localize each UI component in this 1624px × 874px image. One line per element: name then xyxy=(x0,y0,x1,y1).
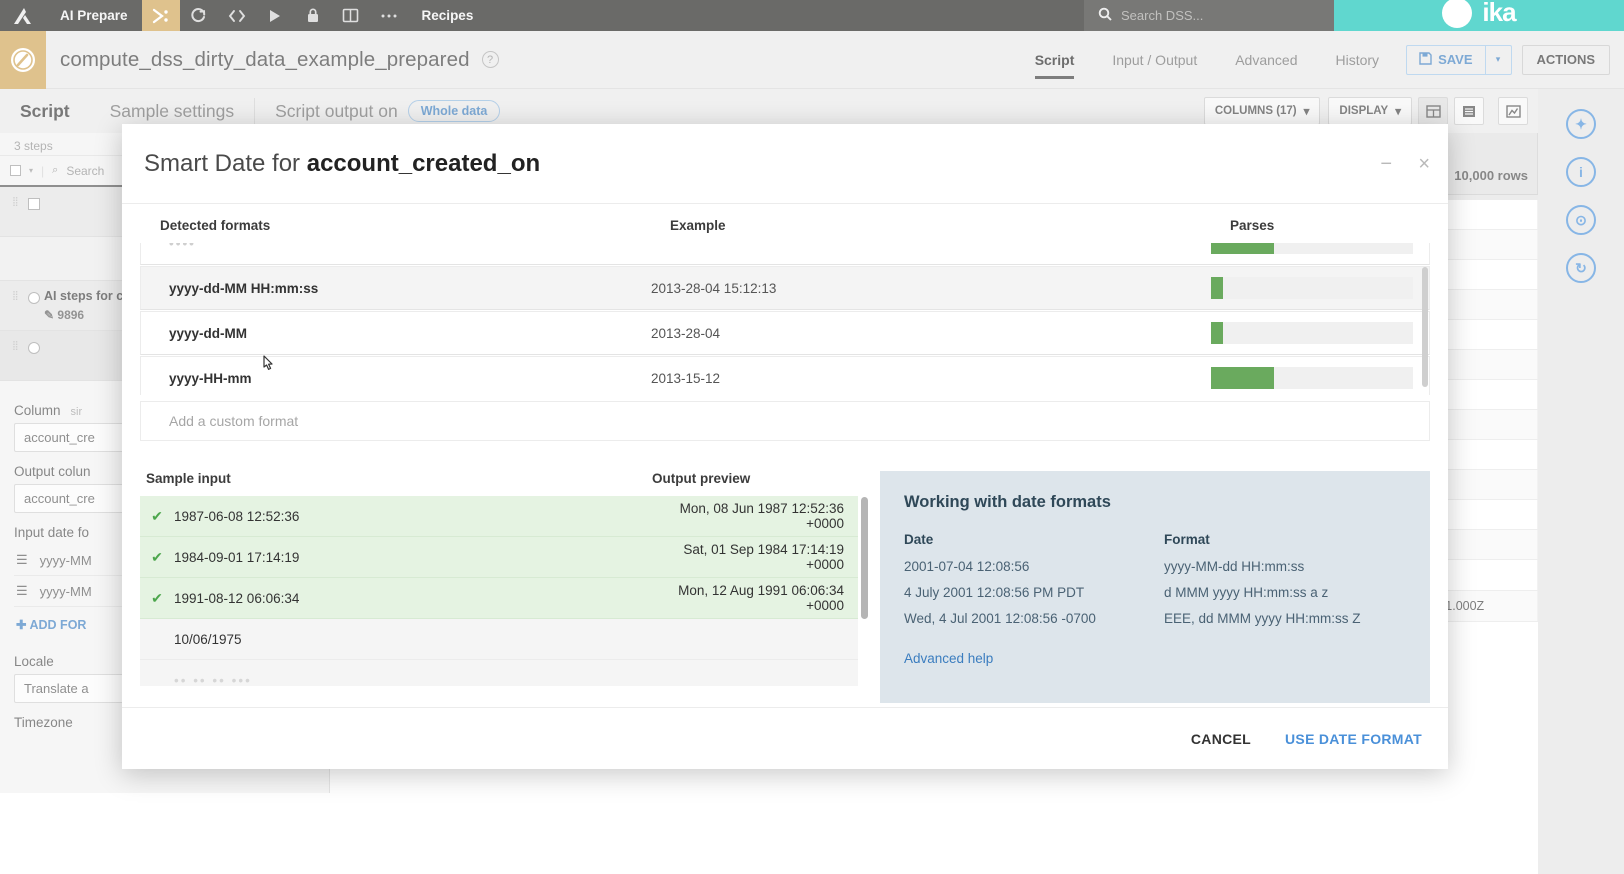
sample-scrollbar[interactable] xyxy=(861,497,868,619)
sample-rows-scroll[interactable]: ✔ 1987-06-08 12:52:36 Mon, 08 Jun 1987 1… xyxy=(140,496,858,686)
parses-header: Parses xyxy=(1230,218,1275,233)
use-date-format-button[interactable]: USE DATE FORMAT xyxy=(1285,731,1422,747)
help-date-value: Wed, 4 Jul 2001 12:08:56 -0700 xyxy=(904,611,1096,626)
parses-track xyxy=(1211,243,1413,254)
check-circle-icon: ✔ xyxy=(151,548,163,565)
sample-input-value: 1987-06-08 12:52:36 xyxy=(174,508,300,524)
modal-title-column: account_created_on xyxy=(306,149,541,177)
sample-row-partial: •• •• •• ••• xyxy=(140,660,858,686)
smart-date-modal: Smart Date for account_created_on − × De… xyxy=(122,124,1448,769)
detected-formats-header: Detected formats xyxy=(160,218,271,233)
format-name: yyyy-dd-MM HH:mm:ss xyxy=(169,280,319,296)
parses-fill xyxy=(1211,277,1224,299)
check-circle-icon: ✔ xyxy=(151,507,163,524)
help-format-header: Format xyxy=(1164,532,1210,547)
format-example: 2013-28-04 15:12:13 xyxy=(651,280,777,296)
output-preview-header: Output preview xyxy=(652,471,751,486)
format-parses-bar xyxy=(1211,367,1429,389)
sample-input-header: Sample input xyxy=(146,471,231,486)
formats-list: •••• yyyy-dd-MM HH:mm:ss 2013-28-04 15:1… xyxy=(140,243,1430,395)
modal-title: Smart Date for account_created_on xyxy=(144,150,540,178)
sample-input-value: 1984-09-01 17:14:19 xyxy=(174,549,300,565)
sample-output-value: Mon, 08 Jun 1987 12:52:36 +0000 xyxy=(679,501,844,531)
parses-track xyxy=(1211,277,1413,299)
help-date-value: 2001-07-04 12:08:56 xyxy=(904,559,1030,574)
help-date-header: Date xyxy=(904,532,934,547)
parses-track xyxy=(1211,322,1413,344)
modal-header: Smart Date for account_created_on − × xyxy=(122,124,1448,204)
formats-scroll-area[interactable]: •••• yyyy-dd-MM HH:mm:ss 2013-28-04 15:1… xyxy=(140,243,1430,395)
format-row[interactable]: yyyy-dd-MM HH:mm:ss 2013-28-04 15:12:13 xyxy=(140,266,1430,310)
sample-row: ✔ 1987-06-08 12:52:36 Mon, 08 Jun 1987 1… xyxy=(140,496,858,537)
example-header: Example xyxy=(670,218,726,233)
help-card-title: Working with date formats xyxy=(904,493,1111,511)
format-parses-bar xyxy=(1211,322,1429,344)
format-row-partial[interactable]: •••• xyxy=(140,243,1430,265)
format-example: 2013-15-12 xyxy=(651,370,721,386)
sample-table-header: Sample input Output preview xyxy=(140,471,858,496)
format-parses-bar xyxy=(1211,277,1429,299)
formats-scrollbar[interactable] xyxy=(1422,267,1428,387)
help-format-value: EEE, dd MMM yyyy HH:mm:ss Z xyxy=(1164,611,1361,626)
formats-table-header: Detected formats Example Parses xyxy=(140,204,1430,243)
sample-row: ✔ 1991-08-12 06:06:34 Mon, 12 Aug 1991 0… xyxy=(140,578,858,619)
parses-fill xyxy=(1211,243,1274,254)
format-parses-bar xyxy=(1211,243,1429,254)
modal-body: Detected formats Example Parses •••• yyy… xyxy=(122,204,1448,707)
help-table: Date 2001-07-04 12:08:56 4 July 2001 12:… xyxy=(904,532,1406,637)
help-format-value: yyyy-MM-dd HH:mm:ss xyxy=(1164,559,1305,574)
help-format-column: Format yyyy-MM-dd HH:mm:ss d MMM yyyy HH… xyxy=(1164,532,1406,637)
close-icon[interactable]: × xyxy=(1418,154,1430,174)
sample-row: ✔ 1984-09-01 17:14:19 Sat, 01 Sep 1984 1… xyxy=(140,537,858,578)
modal-title-prefix: Smart Date for xyxy=(144,149,307,177)
mouse-cursor xyxy=(258,354,278,383)
cancel-button[interactable]: CANCEL xyxy=(1191,731,1251,747)
custom-format-input[interactable]: Add a custom format xyxy=(140,401,1430,441)
modal-footer: CANCEL USE DATE FORMAT xyxy=(122,707,1448,769)
format-name: •••• xyxy=(169,243,196,251)
parses-fill xyxy=(1211,367,1274,389)
help-date-value: 4 July 2001 12:08:56 PM PDT xyxy=(904,585,1085,600)
format-row[interactable]: yyyy-dd-MM 2013-28-04 xyxy=(140,311,1430,355)
format-name: yyyy-dd-MM xyxy=(169,325,248,341)
advanced-help-link[interactable]: Advanced help xyxy=(904,651,1406,666)
sample-input-value: 1991-08-12 06:06:34 xyxy=(174,590,300,606)
help-date-column: Date 2001-07-04 12:08:56 4 July 2001 12:… xyxy=(904,532,1146,637)
minimize-icon[interactable]: − xyxy=(1380,154,1392,174)
help-format-value: d MMM yyyy HH:mm:ss a z xyxy=(1164,585,1329,600)
sample-output-value: Sat, 01 Sep 1984 17:14:19 +0000 xyxy=(683,542,844,572)
format-example: 2013-28-04 xyxy=(651,325,721,341)
sample-input-value: 10/06/1975 xyxy=(174,631,242,647)
app-root: AI Prepare Recipes Search DSS... ika com… xyxy=(0,0,1624,874)
format-name: yyyy-HH-mm xyxy=(169,370,252,386)
format-row[interactable]: yyyy-HH-mm 2013-15-12 xyxy=(140,356,1430,395)
sample-column: Sample input Output preview ✔ 1987-06-08… xyxy=(140,471,868,703)
date-formats-help-card: Working with date formats Date 2001-07-0… xyxy=(880,471,1430,703)
sample-output-value: Mon, 12 Aug 1991 06:06:34 +0000 xyxy=(678,583,844,613)
check-circle-icon: ✔ xyxy=(151,589,163,606)
sample-row: 10/06/1975 xyxy=(140,619,858,660)
parses-fill xyxy=(1211,322,1224,344)
preview-section: Sample input Output preview ✔ 1987-06-08… xyxy=(140,471,1430,703)
parses-track xyxy=(1211,367,1413,389)
sample-input-value: •• •• •• ••• xyxy=(174,672,252,687)
